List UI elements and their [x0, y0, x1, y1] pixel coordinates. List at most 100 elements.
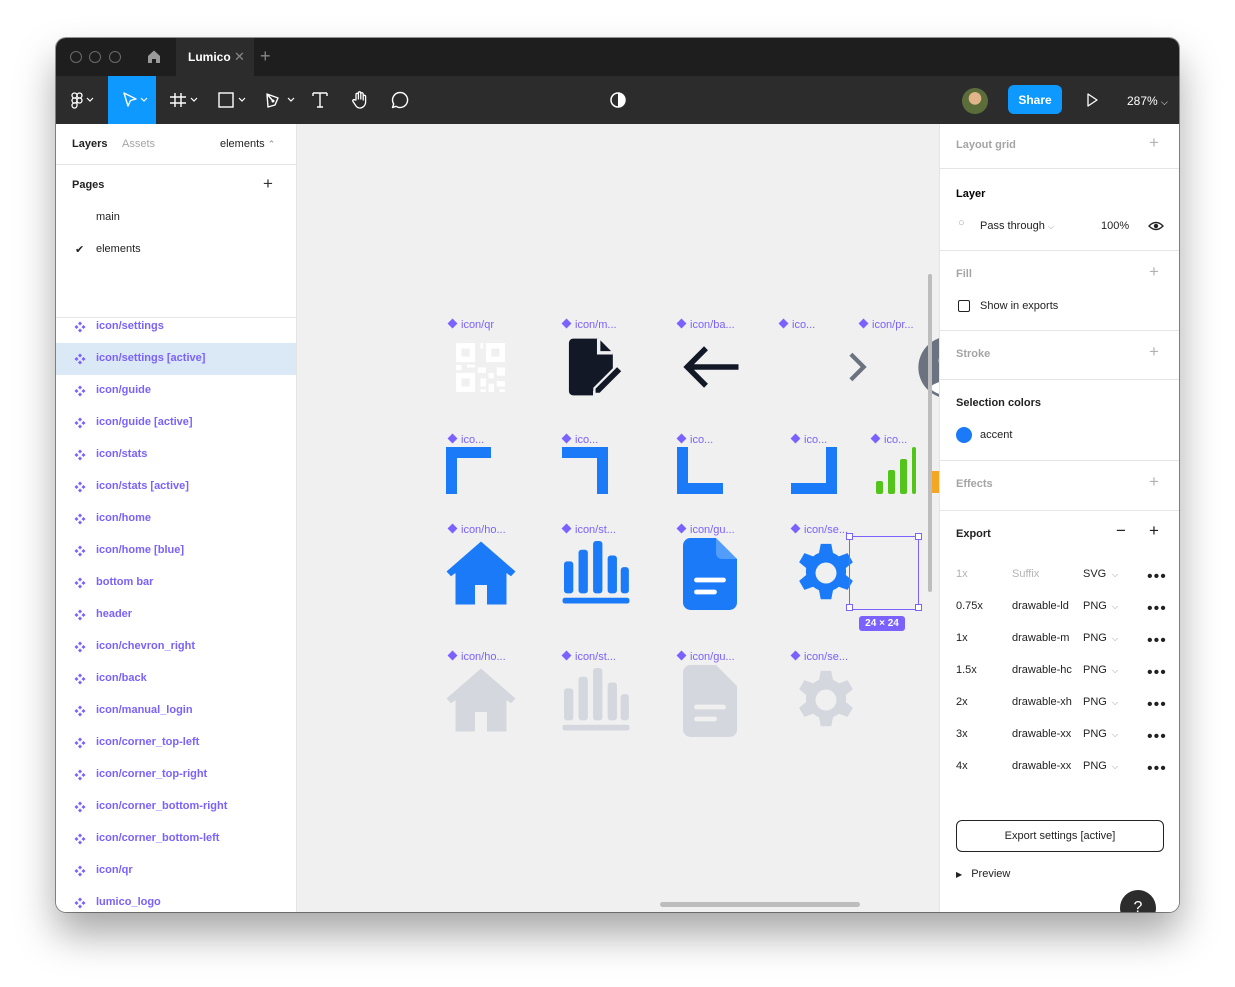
horizontal-scrollbar[interactable]: [660, 902, 860, 907]
component-label[interactable]: ico...: [676, 433, 713, 446]
layer-row[interactable]: icon/stats [active]: [56, 471, 296, 503]
minimize-window-button[interactable]: [89, 51, 101, 63]
component-label[interactable]: icon/gu...: [676, 650, 735, 663]
export-format[interactable]: PNG: [1083, 600, 1107, 612]
add-page-icon[interactable]: +: [263, 174, 273, 194]
export-scale[interactable]: 1x: [956, 568, 968, 580]
show-in-exports-checkbox[interactable]: [958, 300, 970, 312]
more-options-icon[interactable]: •••: [1147, 600, 1167, 618]
corner-bottom-left-icon[interactable]: [677, 447, 725, 495]
home-icon[interactable]: [445, 667, 517, 733]
file-tab[interactable]: Lumico ✕: [176, 38, 254, 76]
export-scale[interactable]: 3x: [956, 728, 968, 740]
add-layout-grid-icon[interactable]: +: [1149, 133, 1159, 153]
component-label[interactable]: ico...: [561, 433, 598, 446]
canvas[interactable]: icon/qr icon/m... icon/ba... ico... icon/pr.…: [297, 124, 939, 912]
page-item[interactable]: elements: [96, 243, 141, 255]
export-format[interactable]: PNG: [1083, 728, 1107, 740]
maximize-window-button[interactable]: [109, 51, 121, 63]
tab-layers[interactable]: Layers: [72, 138, 107, 150]
layer-row[interactable]: icon/back: [56, 663, 296, 695]
accent-color-swatch[interactable]: [956, 427, 972, 443]
help-button[interactable]: ?: [1120, 890, 1156, 912]
component-label[interactable]: icon/se...: [790, 650, 848, 663]
component-label[interactable]: icon/st...: [561, 523, 616, 536]
contrast-icon[interactable]: [606, 76, 630, 124]
resize-handle[interactable]: [846, 604, 853, 611]
present-button[interactable]: [1080, 76, 1104, 124]
more-options-icon[interactable]: •••: [1147, 632, 1167, 650]
export-scale[interactable]: 1x: [956, 632, 968, 644]
preview-toggle[interactable]: ▶ Preview: [956, 868, 1010, 880]
more-options-icon[interactable]: •••: [1147, 760, 1167, 778]
component-label[interactable]: ico...: [778, 318, 815, 331]
export-suffix[interactable]: drawable-ld: [1012, 600, 1074, 612]
comment-tool[interactable]: [386, 76, 414, 124]
move-tool[interactable]: [108, 76, 156, 124]
hand-tool[interactable]: [346, 76, 374, 124]
export-suffix[interactable]: drawable-m: [1012, 632, 1074, 644]
component-label[interactable]: icon/m...: [561, 318, 617, 331]
manual-login-icon[interactable]: [559, 333, 627, 401]
export-format[interactable]: PNG: [1083, 760, 1107, 772]
layer-row[interactable]: icon/corner_top-left: [56, 727, 296, 759]
signal-bars-icon[interactable]: [876, 447, 916, 495]
figma-menu-icon[interactable]: [60, 76, 102, 124]
resize-handle[interactable]: [915, 604, 922, 611]
component-label[interactable]: icon/st...: [561, 650, 616, 663]
selection-box[interactable]: [849, 536, 919, 610]
export-format[interactable]: PNG: [1083, 632, 1107, 644]
resize-handle[interactable]: [846, 533, 853, 540]
home-icon[interactable]: [445, 540, 517, 606]
component-label[interactable]: icon/ba...: [676, 318, 735, 331]
share-button[interactable]: Share: [1008, 85, 1062, 114]
blend-mode-select[interactable]: Pass through ⌵: [980, 220, 1054, 232]
export-suffix[interactable]: drawable-xx: [1012, 760, 1074, 772]
export-suffix[interactable]: drawable-hc: [1012, 664, 1074, 676]
corner-top-left-icon[interactable]: [446, 447, 494, 495]
new-tab-icon[interactable]: +: [260, 46, 271, 67]
layer-row[interactable]: icon/manual_login: [56, 695, 296, 727]
add-stroke-icon[interactable]: +: [1149, 342, 1159, 362]
corner-top-right-icon[interactable]: [562, 447, 610, 495]
more-options-icon[interactable]: •••: [1147, 696, 1167, 714]
page-item[interactable]: main: [96, 211, 120, 223]
layer-row[interactable]: icon/qr: [56, 855, 296, 887]
layer-row[interactable]: header: [56, 599, 296, 631]
export-scale[interactable]: 1.5x: [956, 664, 977, 676]
more-options-icon[interactable]: •••: [1147, 664, 1167, 682]
export-scale[interactable]: 2x: [956, 696, 968, 708]
export-suffix[interactable]: drawable-xh: [1012, 696, 1074, 708]
layer-row[interactable]: icon/guide [active]: [56, 407, 296, 439]
close-tab-icon[interactable]: ✕: [234, 49, 245, 65]
corner-bottom-right-icon[interactable]: [791, 447, 839, 495]
resize-handle[interactable]: [915, 533, 922, 540]
remove-export-icon[interactable]: −: [1116, 521, 1126, 541]
layer-row[interactable]: icon/chevron_right: [56, 631, 296, 663]
component-label[interactable]: icon/ho...: [447, 523, 506, 536]
layer-row[interactable]: bottom bar: [56, 567, 296, 599]
layer-row[interactable]: icon/home: [56, 503, 296, 535]
pen-tool[interactable]: [258, 76, 300, 124]
component-label[interactable]: icon/ho...: [447, 650, 506, 663]
stats-icon[interactable]: [561, 668, 631, 732]
more-options-icon[interactable]: •••: [1147, 568, 1167, 586]
status-bar-fragment[interactable]: [931, 471, 939, 493]
component-label[interactable]: icon/qr: [447, 318, 494, 331]
page-switcher[interactable]: elements ⌃: [220, 138, 275, 150]
export-suffix[interactable]: drawable-xx: [1012, 728, 1074, 740]
qr-icon[interactable]: [448, 335, 513, 400]
close-window-button[interactable]: [70, 51, 82, 63]
frame-tool[interactable]: [162, 76, 204, 124]
layer-row[interactable]: icon/guide: [56, 375, 296, 407]
tab-assets[interactable]: Assets: [122, 138, 155, 150]
layer-row[interactable]: icon/settings [active]: [56, 343, 296, 375]
back-arrow-icon[interactable]: [681, 337, 741, 397]
layer-row[interactable]: icon/corner_top-right: [56, 759, 296, 791]
shape-tool[interactable]: [210, 76, 252, 124]
export-button[interactable]: Export settings [active]: [956, 820, 1164, 852]
zoom-control[interactable]: 287% ⌵: [1127, 94, 1168, 108]
component-label[interactable]: ico...: [870, 433, 907, 446]
export-suffix[interactable]: Suffix: [1012, 568, 1074, 580]
layer-row[interactable]: icon/corner_bottom-left: [56, 823, 296, 855]
